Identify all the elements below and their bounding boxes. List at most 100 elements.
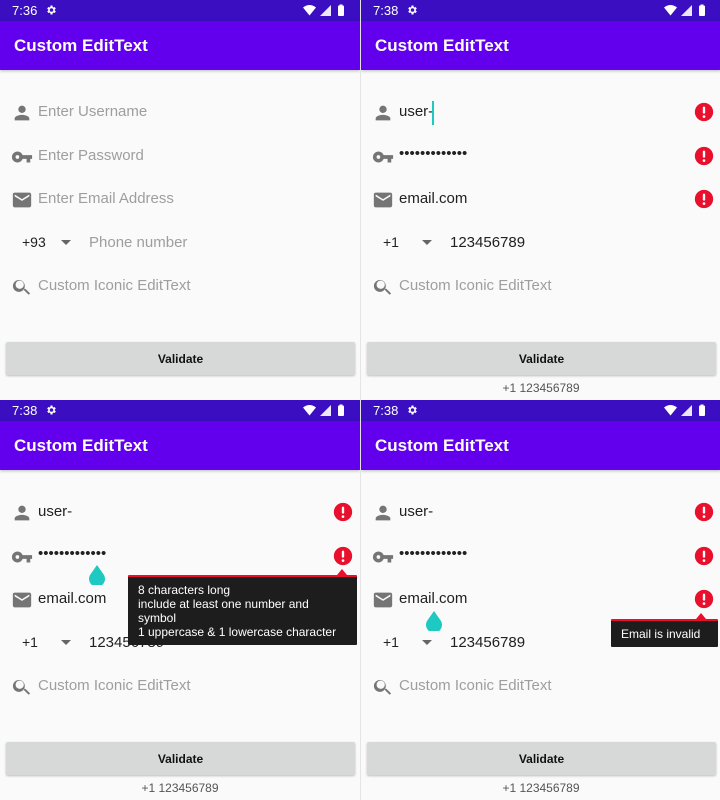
email-input[interactable]: email.com [38,590,106,607]
iconic-input[interactable]: Custom Iconic EditText [399,277,552,294]
username-input[interactable]: user- [399,103,433,120]
error-icon[interactable] [694,546,714,566]
iconic-field[interactable]: Custom Iconic EditText [361,666,720,706]
iconic-field[interactable]: Custom Iconic EditText [0,666,360,706]
validate-button[interactable]: Validate [6,342,355,375]
username-input[interactable]: Enter Username [38,103,147,120]
person-icon [372,102,394,124]
email-field[interactable]: Enter Email Address [0,179,360,219]
mail-icon [11,189,33,211]
search-icon [372,676,394,698]
tooltip-line: include at least one number and [138,597,309,611]
person-icon [11,502,33,524]
app-title: Custom EditText [14,436,148,455]
status-time: 7:38 [373,403,399,418]
username-field[interactable]: user- [361,492,720,532]
error-icon[interactable] [694,102,714,122]
tooltip-pointer [337,569,347,575]
phone-screen: 7:38 Custom EditText user- •••••••••••••… [360,0,720,400]
error-icon[interactable] [694,589,714,609]
key-icon [11,146,33,168]
country-code[interactable]: +1 [22,634,38,650]
settings-icon [406,4,418,16]
phone-field[interactable]: +1 123456789 [361,223,720,263]
email-field[interactable]: email.com [361,579,720,619]
error-tooltip: Email is invalid [611,613,718,647]
status-bar: 7:38 [0,400,360,421]
text-cursor [432,101,434,125]
email-input[interactable]: email.com [399,590,467,607]
phone-number-input[interactable]: 123456789 [450,234,525,251]
validate-button[interactable]: Validate [367,742,716,775]
phone-screen: 7:38 Custom EditText user- •••••••••••••… [360,400,720,800]
country-code[interactable]: +1 [383,234,399,250]
settings-icon [406,404,418,416]
email-field[interactable]: email.com [361,179,720,219]
password-input[interactable]: ••••••••••••• [399,545,467,562]
chevron-down-icon[interactable] [61,240,71,245]
validation-result: +1 123456789 [502,381,580,395]
username-field[interactable]: user- [0,492,360,532]
chevron-down-icon[interactable] [422,240,432,245]
phone-field[interactable]: +93 Phone number [0,223,360,263]
system-status-icons [663,404,709,417]
tooltip-line: Email is invalid [621,627,701,641]
password-input[interactable]: ••••••••••••• [399,145,467,162]
settings-icon [45,404,57,416]
username-field[interactable]: Enter Username [0,92,360,132]
iconic-field[interactable]: Custom Iconic EditText [0,266,360,306]
country-code[interactable]: +93 [22,234,46,250]
chevron-down-icon[interactable] [422,640,432,645]
system-status-icons [663,4,709,17]
password-field[interactable]: Enter Password [0,136,360,176]
username-input[interactable]: user- [399,503,433,520]
error-icon[interactable] [694,189,714,209]
system-status-icons [302,404,348,417]
screenshot-collage: 7:36 Custom EditText Enter Username Ente… [0,0,720,800]
error-icon[interactable] [694,146,714,166]
email-input[interactable]: Enter Email Address [38,190,174,207]
validate-button[interactable]: Validate [367,342,716,375]
tooltip-pointer [696,613,706,619]
password-input[interactable]: Enter Password [38,147,144,164]
cursor-handle[interactable] [425,611,443,633]
error-tooltip: 8 characters long include at least one nu… [128,569,357,645]
iconic-input[interactable]: Custom Iconic EditText [399,677,552,694]
phone-number-input[interactable]: 123456789 [450,634,525,651]
tooltip-line: 8 characters long [138,583,231,597]
status-time: 7:38 [373,3,399,18]
error-icon[interactable] [333,502,353,522]
password-field[interactable]: ••••••••••••• [361,536,720,576]
app-title: Custom EditText [375,36,509,55]
username-input[interactable]: user- [38,503,72,520]
status-bar: 7:36 [0,0,360,21]
error-icon[interactable] [694,502,714,522]
settings-icon [45,4,57,16]
search-icon [11,676,33,698]
country-code[interactable]: +1 [383,634,399,650]
phone-screen: 7:38 Custom EditText user- •••••••••••••… [0,400,360,800]
validation-result: +1 123456789 [502,781,580,795]
tooltip-line: 1 uppercase & 1 lowercase character [138,625,337,639]
iconic-field[interactable]: Custom Iconic EditText [361,266,720,306]
password-field[interactable]: ••••••••••••• [0,536,360,576]
app-bar: Custom EditText [361,21,720,70]
status-bar: 7:38 [361,0,720,21]
email-input[interactable]: email.com [399,190,467,207]
validate-button[interactable]: Validate [6,742,355,775]
error-icon[interactable] [333,546,353,566]
system-status-icons [302,4,348,17]
username-field[interactable]: user- [361,92,720,132]
password-field[interactable]: ••••••••••••• [361,136,720,176]
mail-icon [372,589,394,611]
chevron-down-icon[interactable] [61,640,71,645]
cursor-handle[interactable] [88,565,106,587]
phone-number-input[interactable]: Phone number [89,234,187,251]
password-input[interactable]: ••••••••••••• [38,545,106,562]
search-icon [11,276,33,298]
key-icon [11,546,33,568]
iconic-input[interactable]: Custom Iconic EditText [38,677,191,694]
app-bar: Custom EditText [0,421,360,470]
phone-screen: 7:36 Custom EditText Enter Username Ente… [0,0,360,400]
iconic-input[interactable]: Custom Iconic EditText [38,277,191,294]
